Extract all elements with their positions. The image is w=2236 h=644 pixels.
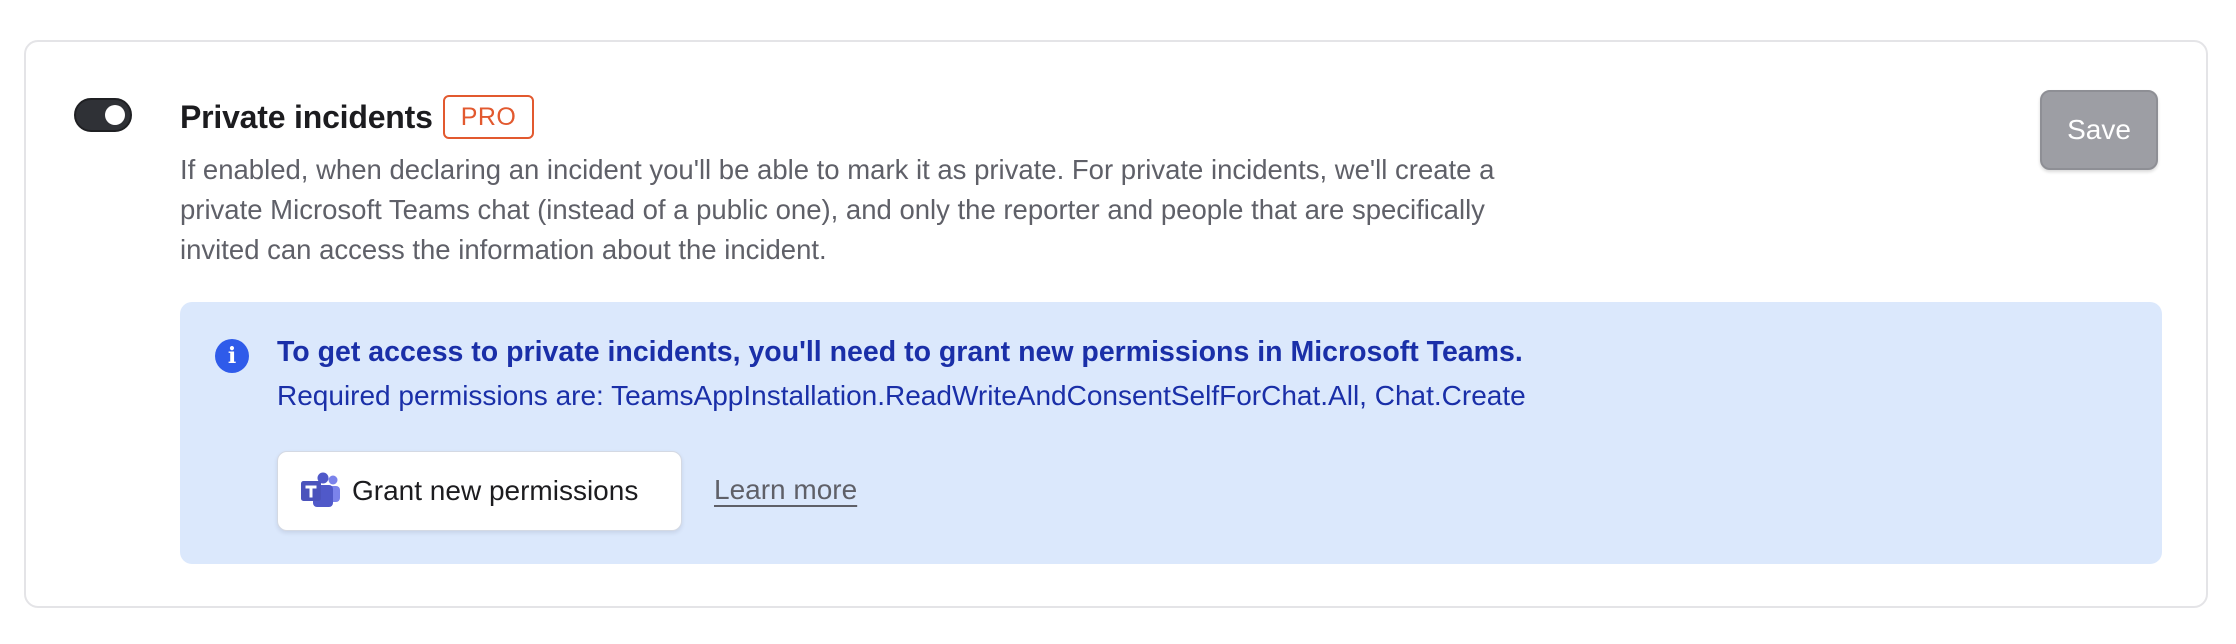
setting-description: If enabled, when declaring an incident y… bbox=[180, 154, 1495, 265]
microsoft-teams-icon bbox=[301, 472, 340, 507]
info-icon: i bbox=[215, 339, 249, 373]
permissions-notice: i To get access to private incidents, yo… bbox=[180, 302, 2162, 564]
learn-more-link[interactable]: Learn more bbox=[714, 474, 857, 506]
save-button[interactable]: Save bbox=[2040, 90, 2158, 170]
grant-permissions-button[interactable]: Grant new permissions bbox=[277, 451, 682, 531]
private-incidents-toggle[interactable] bbox=[74, 98, 132, 132]
setting-title: Private incidents bbox=[180, 98, 433, 135]
notice-permissions: Required permissions are: TeamsAppInstal… bbox=[277, 380, 1526, 411]
grant-permissions-label: Grant new permissions bbox=[352, 475, 639, 506]
notice-title: To get access to private incidents, you'… bbox=[277, 336, 1523, 368]
toggle-knob bbox=[105, 105, 125, 125]
private-incidents-setting-card: Private incidents PRO If enabled, when d… bbox=[24, 40, 2208, 608]
setting-header: Private incidents PRO bbox=[180, 94, 535, 140]
pro-badge: PRO bbox=[442, 95, 535, 139]
